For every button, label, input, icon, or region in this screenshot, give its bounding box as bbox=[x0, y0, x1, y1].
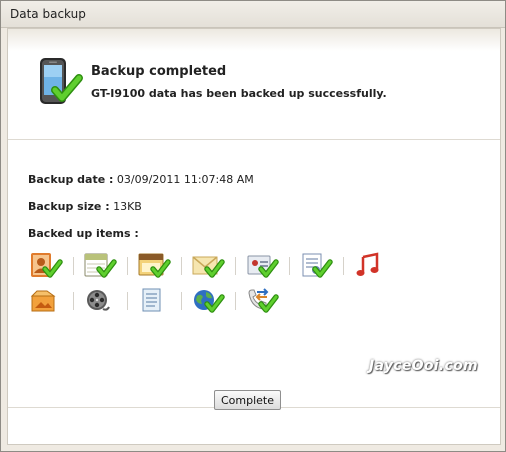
window-title: Data backup bbox=[10, 7, 86, 21]
item-phone-transfer bbox=[241, 286, 295, 316]
header-message: GT-I9100 data has been backed up success… bbox=[91, 87, 387, 100]
item-call-log bbox=[241, 251, 295, 281]
item-videos bbox=[79, 286, 133, 316]
data-backup-dialog: Data backup Backup completed GT-I9100 da… bbox=[0, 0, 506, 452]
item-music bbox=[349, 251, 403, 281]
title-bar[interactable]: Data backup bbox=[1, 1, 505, 28]
content-panel: Backup completed GT-I9100 data has been … bbox=[7, 28, 501, 445]
phone-check-icon bbox=[40, 58, 83, 104]
item-messages bbox=[187, 251, 241, 281]
document-icon bbox=[142, 288, 161, 312]
internet-icon bbox=[194, 290, 225, 313]
item-photos bbox=[25, 286, 79, 316]
item-contacts bbox=[25, 251, 79, 281]
item-internet bbox=[187, 286, 241, 316]
photo-icon bbox=[30, 290, 56, 312]
watermark: JayceOoi.com bbox=[369, 358, 478, 374]
item-settings-doc bbox=[295, 251, 349, 281]
header-title: Backup completed bbox=[91, 64, 227, 79]
complete-button[interactable]: Complete bbox=[214, 390, 281, 410]
header-separator bbox=[8, 139, 500, 140]
settings-doc-icon bbox=[302, 253, 333, 278]
message-icon bbox=[192, 256, 225, 278]
backup-date: Backup date : 03/09/2011 11:07:48 AM bbox=[28, 173, 254, 186]
video-icon bbox=[87, 290, 110, 311]
calendar-icon bbox=[84, 253, 117, 278]
backed-up-items: Backed up items : bbox=[28, 227, 139, 240]
items-row-2 bbox=[25, 286, 295, 316]
call-log-icon bbox=[247, 255, 279, 278]
backup-size: Backup size : 13KB bbox=[28, 200, 142, 213]
item-memo bbox=[133, 251, 187, 281]
item-documents bbox=[133, 286, 187, 316]
contacts-icon bbox=[31, 253, 63, 278]
backup-size-value: 13KB bbox=[113, 200, 142, 213]
backed-up-items-label: Backed up items : bbox=[28, 227, 139, 240]
music-icon bbox=[356, 252, 379, 276]
items-row-1 bbox=[25, 251, 403, 281]
memo-icon bbox=[138, 253, 171, 278]
backup-size-label: Backup size : bbox=[28, 200, 110, 213]
item-calendar bbox=[79, 251, 133, 281]
backup-date-value: 03/09/2011 11:07:48 AM bbox=[116, 173, 254, 186]
backup-date-label: Backup date : bbox=[28, 173, 114, 186]
phone-transfer-icon bbox=[248, 288, 279, 313]
panel-shade bbox=[8, 29, 500, 51]
